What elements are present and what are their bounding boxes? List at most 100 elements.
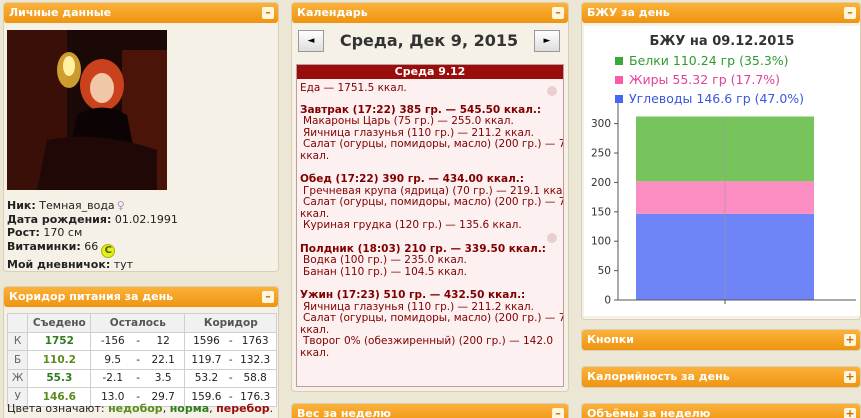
y-tick-label: 50 [598, 265, 611, 277]
eaten-value: 55.3 [27, 368, 92, 388]
bju-chart: БЖУ на 09.12.2015 0 50 100 150 200 250 300 [584, 26, 860, 316]
hand-icon[interactable] [547, 233, 557, 243]
buttons-header[interactable]: Кнопки + [582, 330, 860, 350]
nick-value[interactable]: Темная_вода [39, 199, 114, 212]
expand-icon[interactable]: + [844, 408, 856, 418]
left-max: 3.5 [141, 368, 186, 388]
bju-chart-svg: 0 50 100 150 200 250 300 [591, 100, 856, 307]
y-tick-label: 100 [591, 236, 611, 248]
legend-swatch-carbs [615, 95, 623, 103]
food-item: Куриная грудка (120 гр.) — 135.6 ккал. [303, 219, 522, 231]
legend-swatch-fats [615, 76, 623, 84]
profile-info: Ник: Темная_вода ♀ Дата рождения: 01.02.1… [7, 199, 178, 271]
expand-icon[interactable]: + [844, 371, 856, 383]
calories-header[interactable]: Калорийность за день + [582, 367, 860, 387]
left-max: 22.1 [141, 350, 186, 370]
bju-header[interactable]: БЖУ за день – [582, 3, 860, 23]
female-icon: ♀ [116, 199, 125, 212]
weight-header-title: Вес за неделю [297, 407, 391, 418]
volumes-header-title: Объёмы за неделю [587, 407, 711, 418]
calendar-date: Среда, Дек 9, 2015 [339, 31, 519, 50]
eaten-value: 1752 [27, 331, 92, 351]
y-tick-label: 150 [591, 206, 611, 218]
day-diary: Среда 9.12 Еда — 1751.5 ккал. Завтрак (1… [296, 64, 564, 387]
food-item: Салат (огурцы, помидоры, масло) (200 гр.… [303, 196, 564, 208]
food-item: Макароны Царь (75 гр.) — 255.0 ккал. [303, 115, 514, 127]
food-item: Творог 0% (обезжиренный) (200 гр.) — 142… [303, 335, 554, 347]
collapse-icon[interactable]: – [262, 291, 274, 303]
diary-link[interactable]: тут [114, 258, 133, 271]
collapse-icon[interactable]: – [552, 7, 564, 19]
height-label: Рост: [7, 226, 40, 239]
collapse-icon[interactable]: – [552, 408, 564, 418]
legend-under: недобор [108, 402, 163, 415]
nick-label: Ник: [7, 199, 36, 212]
legend-carbs-text: Углеводы 146.6 гр (47.0%) [629, 91, 805, 106]
birth-value: 01.02.1991 [114, 212, 178, 226]
vitamins-value: 66 [84, 239, 99, 253]
food-item: Водка (100 гр.) — 235.0 ккал. [303, 254, 467, 266]
food-total: Еда — 1751.5 ккал. [300, 82, 407, 94]
weight-panel: Вес за неделю – [291, 403, 569, 418]
corridor-max: 132.3 [234, 350, 278, 370]
expand-icon[interactable]: + [844, 334, 856, 346]
calories-panel: Калорийность за день + [581, 366, 861, 388]
collapse-icon[interactable]: – [844, 7, 856, 19]
legend-proteins: Белки 110.24 гр (35.3%) [615, 53, 789, 68]
row-label: Б [6, 350, 29, 370]
col-left: Осталось [90, 313, 186, 333]
legend-fats-text: Жиры 55.32 гр (17.7%) [629, 72, 781, 87]
table-row: Б 110.2 9.5-22.1 119.7-132.3 [6, 350, 278, 370]
left-sep: - [134, 331, 142, 351]
corridor-min: 119.7 [184, 350, 228, 370]
left-max: 12 [141, 331, 186, 351]
corridor-table: Съедено Осталось Коридор К 1752 -156-12 159… [6, 313, 278, 407]
diary-day-header: Среда 9.12 [297, 65, 563, 79]
legend-norm: норма [169, 402, 210, 415]
eaten-value: 110.2 [27, 350, 92, 370]
volumes-header[interactable]: Объёмы за неделю + [582, 404, 860, 418]
row-label: Ж [6, 368, 29, 388]
height-value: 170 см [43, 226, 83, 239]
buttons-panel: Кнопки + [581, 329, 861, 351]
legend-proteins-text: Белки 110.24 гр (35.3%) [629, 53, 789, 68]
legend-prefix: Цвета означают: [7, 402, 105, 415]
corridor-header-title: Коридор питания за день [9, 290, 174, 303]
prev-day-button[interactable]: ◄ [298, 30, 324, 52]
legend-fats: Жиры 55.32 гр (17.7%) [615, 72, 780, 87]
birth-label: Дата рождения: [7, 212, 112, 226]
weight-header[interactable]: Вес за неделю – [292, 404, 568, 418]
table-row: Ж 55.3 -2.1-3.5 53.2-58.8 [6, 368, 278, 388]
diary-label: Мой дневничок: [7, 257, 111, 271]
left-min: -156 [90, 331, 135, 351]
corridor-header[interactable]: Коридор питания за день – [4, 287, 278, 307]
buttons-header-title: Кнопки [587, 333, 634, 346]
color-legend: Цвета означают: недобор, норма, перебор. [7, 402, 274, 415]
vitamins-label: Витаминки: [7, 239, 81, 253]
hand-icon[interactable] [547, 86, 557, 96]
meal-header: Ужин (17:23) 510 гр. — 432.50 ккал.: [300, 289, 526, 301]
col-corridor: Коридор [184, 313, 278, 333]
next-day-button[interactable]: ► [534, 30, 560, 52]
collapse-icon[interactable]: – [262, 7, 274, 19]
left-min: 9.5 [90, 350, 135, 370]
food-item: Салат (огурцы, помидоры, масло) (200 гр.… [303, 312, 564, 324]
avatar-image [7, 30, 167, 190]
profile-header-title: Личные данные [9, 6, 112, 19]
vitamin-c-icon[interactable]: C [101, 243, 116, 258]
calories-header-title: Калорийность за день [587, 370, 730, 383]
corridor-max: 1763 [234, 331, 278, 351]
food-item: Банан (110 гр.) — 104.5 ккал. [303, 265, 467, 278]
table-corner [6, 313, 29, 333]
corridor-min: 1596 [184, 331, 228, 351]
y-tick-label: 250 [591, 148, 611, 160]
left-min: -2.1 [90, 368, 135, 388]
bju-header-title: БЖУ за день [587, 6, 670, 19]
profile-header[interactable]: Личные данные – [4, 3, 278, 23]
table-header-row: Съедено Осталось Коридор [6, 313, 278, 333]
volumes-panel: Объёмы за неделю + [581, 403, 861, 418]
left-sep: - [134, 368, 142, 388]
calendar-header[interactable]: Календарь – [292, 3, 568, 23]
y-tick-label: 300 [591, 118, 611, 130]
